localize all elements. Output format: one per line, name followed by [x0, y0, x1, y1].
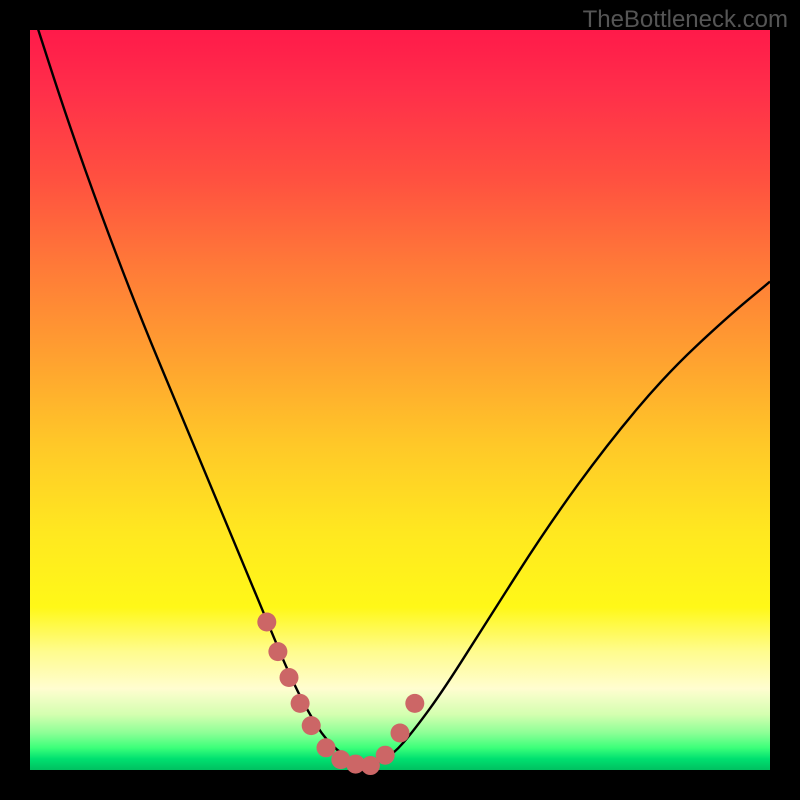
highlight-dot — [257, 613, 276, 632]
watermark-text: TheBottleneck.com — [583, 6, 788, 34]
highlight-dot — [376, 746, 395, 765]
highlight-dot — [291, 694, 310, 713]
curve-left-branch — [30, 4, 370, 766]
highlight-dot — [268, 642, 287, 661]
highlight-dot — [405, 694, 424, 713]
highlight-dot — [302, 716, 321, 735]
highlight-dot — [391, 724, 410, 743]
outer-frame: TheBottleneck.com — [0, 0, 800, 800]
highlight-dot — [317, 738, 336, 757]
curve-right-branch — [370, 282, 770, 767]
curve-layer — [30, 30, 770, 770]
highlight-dot — [280, 668, 299, 687]
highlight-markers — [257, 613, 424, 776]
